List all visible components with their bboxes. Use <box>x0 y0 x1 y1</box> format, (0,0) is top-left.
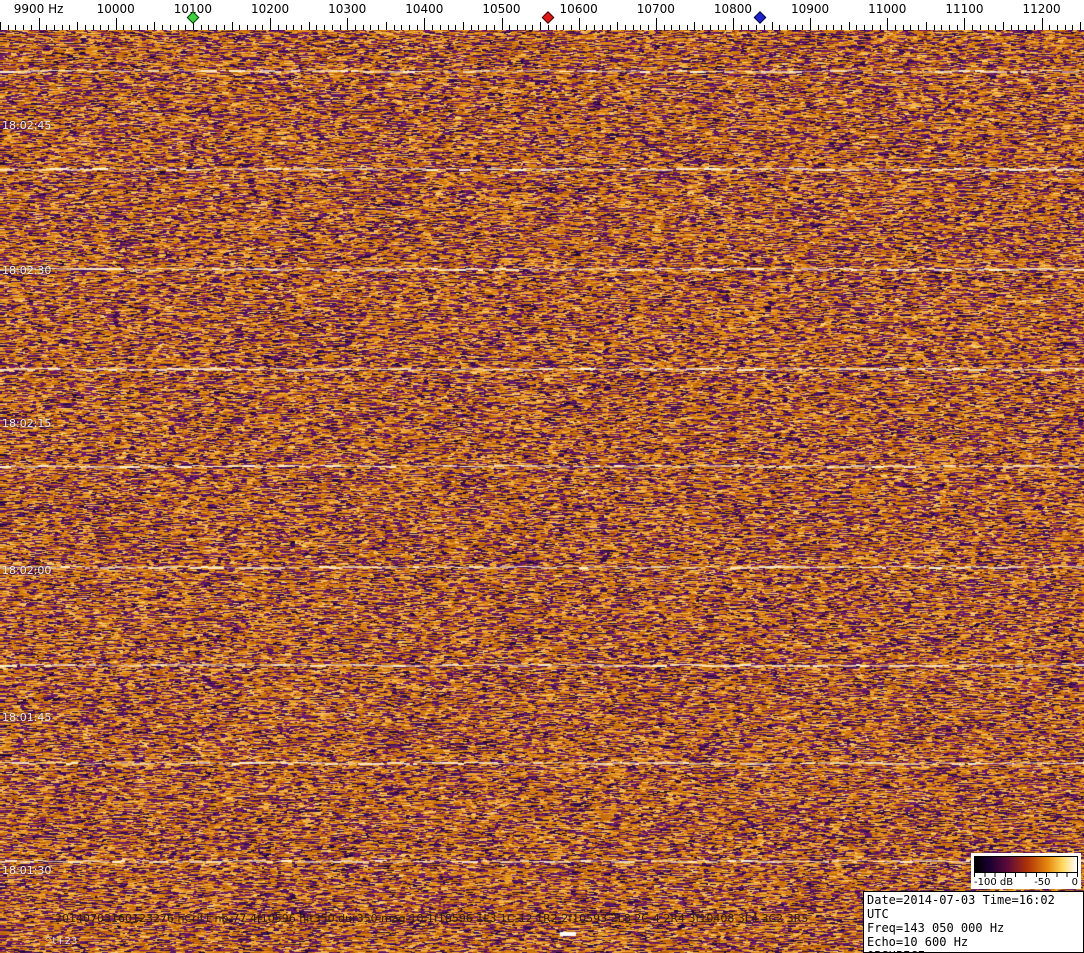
ruler-tick <box>115 18 117 30</box>
ruler-tick <box>810 18 812 30</box>
time-label: 18:01:45 <box>2 711 52 724</box>
ruler-tick <box>462 22 464 30</box>
ruler-tick <box>733 18 734 30</box>
ruler-tick <box>270 18 271 30</box>
colorbar-gradient <box>974 856 1078 873</box>
ruler-tick <box>385 22 387 30</box>
ruler-tick <box>1003 22 1004 30</box>
time-label: 18:02:00 <box>2 564 52 577</box>
ruler-tick <box>887 18 889 30</box>
colorbar-label-max: 0 <box>1071 877 1078 888</box>
corner-text: ^t+23 <box>44 936 78 947</box>
freq-label: 10700 <box>636 2 675 16</box>
info-date-line: Date=2014-07-03 Time=16:02 UTC <box>867 893 1055 921</box>
ruler-tick <box>0 22 1 30</box>
ruler-tick <box>308 22 310 30</box>
ruler-tick <box>655 18 657 30</box>
freq-label: 10500 <box>482 2 521 16</box>
ruler-tick <box>77 22 79 30</box>
info-freq-line: Freq=143 050 000 Hz <box>867 921 1005 935</box>
info-box: Date=2014-07-03 Time=16:02 UTC Freq=143 … <box>863 891 1084 953</box>
ruler-tick <box>231 22 233 30</box>
meteor-echo-spectrogram-app: 9900 Hz 10000 10100 10200 10300 10400 10500 106… <box>0 0 1084 953</box>
freq-label: 10000 <box>96 2 135 16</box>
freq-label: 10900 <box>791 2 830 16</box>
ruler-tick <box>964 18 966 30</box>
ruler-tick <box>38 18 40 30</box>
time-label: 18:02:45 <box>2 119 52 132</box>
ruler-tick <box>578 18 580 30</box>
colorbar-label-mid: -50 <box>1034 877 1051 888</box>
freq-label: 10800 <box>713 2 753 16</box>
ruler-tick <box>154 22 156 30</box>
ruler-tick <box>424 18 426 30</box>
ruler-tick <box>347 18 349 30</box>
colorbar-labels: -100 dB -50 0 <box>974 877 1078 888</box>
freq-label: 11200 <box>1022 2 1061 16</box>
ruler-tick <box>540 22 542 30</box>
freq-label: 10300 <box>328 2 367 16</box>
info-echo-line: Echo=10 600 Hz <box>867 935 969 949</box>
marker-blue-icon[interactable] <box>753 11 767 24</box>
time-label: 18:02:30 <box>2 264 52 277</box>
colorbar: -100 dB -50 0 <box>971 853 1081 889</box>
ruler-tick <box>848 22 850 30</box>
spectrogram-area: 20140703160123276 hCrit1 nb-77 4f10596 h… <box>0 30 1084 953</box>
ruler-tick <box>925 22 927 30</box>
ruler-tick <box>617 22 619 30</box>
freq-label: 10600 <box>559 2 598 16</box>
ruler-tick <box>501 18 503 30</box>
spectrogram-canvas <box>0 30 1084 953</box>
detection-annotation: 20140703160123276 hCrit1 nb-77 4f10596 h… <box>55 912 809 925</box>
ruler-tick <box>1041 18 1043 30</box>
colorbar-label-min: -100 dB <box>974 877 1014 888</box>
info-station-line: OBSUPICE <box>867 949 1080 953</box>
ruler-tick <box>1080 22 1082 30</box>
ruler-tick <box>771 22 773 30</box>
ruler-tick <box>694 22 696 30</box>
freq-label: 10400 <box>405 2 444 16</box>
freq-label: 11000 <box>868 2 907 16</box>
marker-red-icon[interactable] <box>541 11 555 24</box>
time-label: 18:01:30 <box>2 864 52 877</box>
frequency-ruler: 9900 Hz 10000 10100 10200 10300 10400 10500 106… <box>0 0 1084 30</box>
freq-label: 9900 Hz <box>13 2 64 16</box>
time-label: 18:02:15 <box>2 417 52 430</box>
freq-label: 11100 <box>945 2 984 16</box>
freq-label: 10200 <box>250 2 290 16</box>
